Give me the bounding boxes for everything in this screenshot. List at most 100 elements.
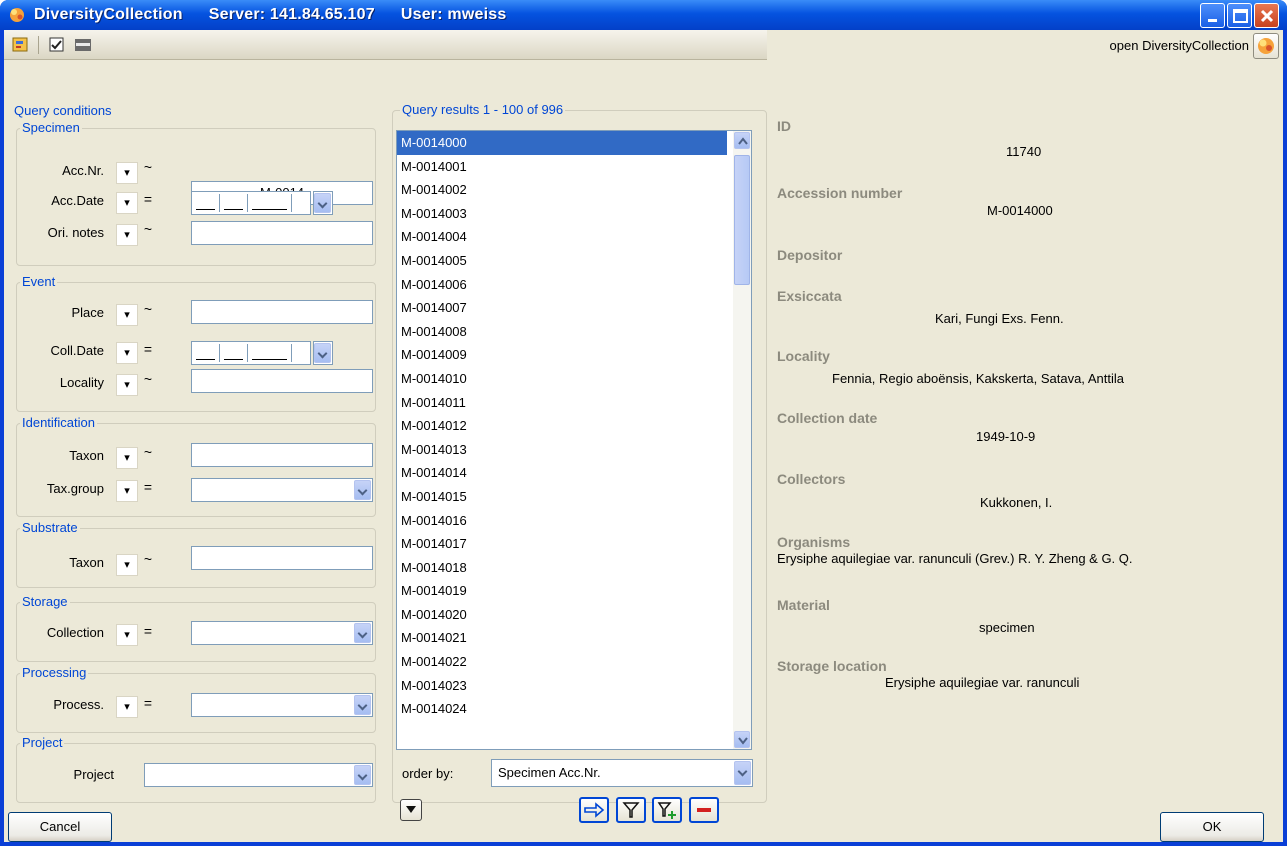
coll-date-input[interactable] [191,341,311,365]
ori-notes-input[interactable] [191,221,373,245]
scroll-thumb[interactable] [734,155,750,285]
app-logo-icon [1258,38,1274,54]
list-item[interactable]: M-0014010 [397,367,751,391]
chevron-down-icon [314,343,331,363]
title-bar[interactable]: DiversityCollection Server: 141.84.65.107… [0,0,1287,30]
list-item[interactable]: M-0014018 [397,556,751,580]
maximize-button[interactable] [1227,3,1252,28]
open-diversitycollection-button[interactable] [1253,33,1279,59]
add-filter-button[interactable] [652,797,682,823]
date-year-segment[interactable] [248,344,292,362]
acc-date-dropdown[interactable] [313,191,333,215]
order-by-select[interactable]: Specimen Acc.Nr. [491,759,753,787]
list-item[interactable]: M-0014004 [397,225,751,249]
ori-notes-operator-dropdown[interactable]: ▾ [116,224,138,246]
list-item[interactable]: M-0014002 [397,178,751,202]
taxon-operator: ~ [143,444,153,460]
storage-location-value: Erysiphe aquilegiae var. ranunculi [885,675,1080,690]
coll-date-operator-dropdown[interactable]: ▾ [116,342,138,364]
process-label: Process. [53,697,104,712]
list-item[interactable]: M-0014017 [397,532,751,556]
remove-button[interactable] [689,797,719,823]
filter-button[interactable] [616,797,646,823]
date-day-segment[interactable] [192,344,220,362]
toolbar-separator [38,36,39,54]
checkbox-icon[interactable] [48,36,66,54]
list-item[interactable]: M-0014008 [397,320,751,344]
list-item[interactable]: M-0014013 [397,438,751,462]
list-item[interactable]: M-0014020 [397,603,751,627]
form-icon[interactable] [12,36,30,54]
ok-button[interactable]: OK [1160,812,1264,842]
list-item[interactable]: M-0014022 [397,650,751,674]
locality-operator-dropdown[interactable]: ▾ [116,374,138,396]
coll-date-operator: = [143,341,153,357]
list-item[interactable]: M-0014016 [397,509,751,533]
tax-group-operator-dropdown[interactable]: ▾ [116,480,138,502]
list-item[interactable]: M-0014011 [397,391,751,415]
project-select[interactable] [144,763,373,787]
collection-select[interactable] [191,621,373,645]
acc-date-operator-dropdown[interactable]: ▾ [116,192,138,214]
storage-location-label: Storage location [777,658,887,674]
locality-operator: ~ [143,371,153,387]
list-item[interactable]: M-0014007 [397,296,751,320]
place-label: Place [71,305,104,320]
place-operator-dropdown[interactable]: ▾ [116,304,138,326]
locality-input[interactable] [191,369,373,393]
ori-notes-operator: ~ [143,221,153,237]
cancel-button[interactable]: Cancel [8,812,112,842]
chevron-down-icon [354,765,371,785]
list-item[interactable]: M-0014003 [397,202,751,226]
coll-date-dropdown[interactable] [313,341,333,365]
list-item[interactable]: M-0014015 [397,485,751,509]
scroll-down-button[interactable] [734,731,750,748]
list-item[interactable]: M-0014023 [397,674,751,698]
list-item[interactable]: M-0014014 [397,461,751,485]
process-select[interactable] [191,693,373,717]
chevron-down-icon [354,623,371,643]
taxon-operator-dropdown[interactable]: ▾ [116,447,138,469]
acc-nr-operator-dropdown[interactable]: ▾ [116,162,138,184]
list-item[interactable]: M-0014019 [397,579,751,603]
list-item[interactable]: M-0014000 [397,131,727,155]
place-input[interactable] [191,300,373,324]
acc-nr-operator: ~ [143,159,153,175]
substrate-taxon-input[interactable] [191,546,373,570]
scroll-up-button[interactable] [734,132,750,149]
date-year-segment[interactable] [248,194,292,212]
triangle-down-icon [406,806,416,813]
locality-detail-value: Fennia, Regio aboënsis, Kakskerta, Satav… [832,371,1124,386]
app-name: DiversityCollection [34,6,183,23]
list-item[interactable]: M-0014021 [397,626,751,650]
date-day-segment[interactable] [192,194,220,212]
collection-operator-dropdown[interactable]: ▾ [116,624,138,646]
list-item[interactable]: M-0014024 [397,697,751,721]
minimize-button[interactable] [1200,3,1225,28]
process-operator-dropdown[interactable]: ▾ [116,696,138,718]
expand-button[interactable] [400,799,422,821]
taxon-input[interactable] [191,443,373,467]
substrate-taxon-operator-dropdown[interactable]: ▾ [116,554,138,576]
acc-date-input[interactable] [191,191,311,215]
table-view-icon[interactable] [74,36,92,54]
results-scrollbar[interactable] [733,131,751,749]
list-item[interactable]: M-0014012 [397,414,751,438]
collection-date-value: 1949-10-9 [976,429,1036,444]
taxon-label: Taxon [69,448,104,463]
go-button[interactable] [579,797,609,823]
list-item[interactable]: M-0014005 [397,249,751,273]
date-month-segment[interactable] [220,344,248,362]
exsiccata-label: Exsiccata [777,288,842,304]
date-month-segment[interactable] [220,194,248,212]
query-conditions-legend: Query conditions [12,103,114,118]
list-item[interactable]: M-0014001 [397,155,751,179]
list-item[interactable]: M-0014009 [397,343,751,367]
close-button[interactable] [1254,3,1279,28]
specimen-legend: Specimen [20,120,82,135]
chevron-up-icon [738,137,748,145]
results-list[interactable]: M-0014000 M-0014001 M-0014002 M-0014003 M-00… [396,130,752,750]
list-item[interactable]: M-0014006 [397,273,751,297]
chevron-down-icon [354,480,371,500]
tax-group-select[interactable] [191,478,373,502]
